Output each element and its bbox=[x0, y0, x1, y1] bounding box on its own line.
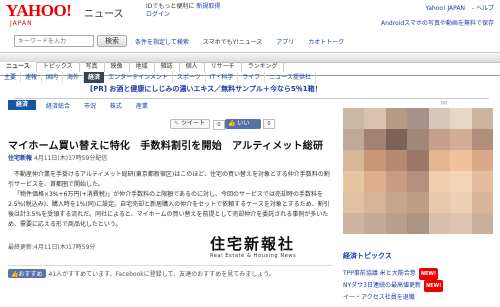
divider bbox=[14, 98, 489, 99]
subnav-economy-general[interactable]: 経済総合 bbox=[46, 103, 70, 110]
last-updated: 最終更新:4月11日(木)17時59分 bbox=[8, 244, 96, 251]
app-link[interactable]: アプリ bbox=[276, 39, 294, 46]
recommend-button[interactable]: 👍おすすめ bbox=[8, 269, 46, 278]
recommend-text: 41人がすすめています。Facebookに登録して、友達のおすすめを見てみましょ… bbox=[48, 271, 275, 278]
thumbs-up-icon: 👍 bbox=[228, 120, 236, 127]
pr-banner-link[interactable]: [PR] お酒と健康にしじみの濃いエキス／無料サンプル＋今なら5％1箱！ bbox=[90, 84, 322, 94]
signin-prompt: IDでもっと便利に 新規取得 bbox=[146, 3, 221, 10]
facebook-like-button[interactable]: 👍 いいね！ bbox=[225, 119, 261, 137]
publisher-logo[interactable]: 住宅新報社 Real Estate & Housing News bbox=[210, 238, 334, 262]
twitter-bird-icon: ✎ bbox=[174, 120, 180, 127]
logo-subtext: JAPAN bbox=[10, 20, 33, 27]
android-notice-link[interactable]: Androidスマホの写真や動画を無料で保存 bbox=[381, 18, 494, 27]
subnav-industry[interactable]: 産業 bbox=[136, 103, 148, 110]
main-nav: ニュース トピックス 写真 映像 地域 雑誌 個人 リサーチ ランキング bbox=[0, 52, 500, 72]
login-link[interactable]: ログイン bbox=[146, 11, 220, 19]
category-economy[interactable]: 経済 bbox=[84, 72, 105, 83]
article-body: 不動産仲介業を手掛けるアルティメット総研(東京都新宿区)はこのほど、住宅の買い替… bbox=[8, 170, 333, 230]
ad-pr-label: PR bbox=[441, 101, 448, 107]
like-count: 0 bbox=[263, 119, 275, 129]
section-subnav: 経済総合 市況 株式 産業 bbox=[46, 101, 160, 110]
new-badge: NEW! bbox=[418, 268, 439, 280]
topic-item[interactable]: NYダウ3日連続の最高値更新 NEW! bbox=[343, 280, 444, 292]
category-breaking[interactable]: 速報 bbox=[21, 72, 43, 83]
topic-item[interactable]: TPP事前協議 米と大筋合意 NEW! bbox=[343, 268, 443, 280]
publisher-logo-jp: 住宅新報社 bbox=[210, 237, 296, 253]
category-world[interactable]: 海外 bbox=[63, 72, 85, 83]
category-main[interactable]: 主要 bbox=[0, 72, 22, 83]
page-title: ニュース bbox=[84, 9, 124, 20]
article-paragraph: 「物件価格×3%+6万円(+消費税)」が仲介手数料の上限額であるのに対し、今回の… bbox=[8, 191, 330, 228]
yahoo-japan-logo[interactable]: YAHOO! JAPAN bbox=[6, 2, 80, 28]
section-tab-economy[interactable]: 経済 bbox=[8, 100, 36, 110]
yahoo-home-link[interactable]: Yahoo! JAPAN bbox=[425, 5, 465, 12]
kaotalk-link[interactable]: カオトトーク bbox=[308, 39, 344, 46]
category-nav: 主要 速報 国内 海外 経済 エンターテインメント スポーツ IT・科学 ライフ ニュース提供社 bbox=[0, 64, 500, 83]
tweet-count: 0 bbox=[213, 120, 225, 130]
logo-wordmark: YAHOO! bbox=[6, 1, 72, 20]
category-domestic[interactable]: 国内 bbox=[42, 72, 64, 83]
advanced-search-link[interactable]: 条件を指定して検索 bbox=[135, 39, 189, 46]
pixelated-ad-image[interactable] bbox=[343, 108, 493, 234]
facebook-recommend-bar: 👍おすすめ 41人がすすめています。Facebookに登録して、友達のおすすめを見… bbox=[8, 269, 275, 278]
tweet-label: ツイート bbox=[180, 120, 205, 127]
divider bbox=[8, 265, 333, 266]
search-input[interactable] bbox=[14, 35, 94, 47]
article-source: 住宅新報 4月11日(木)17時59分配信 bbox=[8, 153, 107, 162]
article-title: マイホーム買い替えに特化 手数料割引を開始 アルティメット総研 bbox=[8, 141, 324, 152]
topic-item[interactable]: イー・アクセス社員を退職 bbox=[343, 292, 443, 304]
category-it-science[interactable]: IT・科学 bbox=[206, 72, 239, 83]
smartphone-news-link[interactable]: スマホでもY!ニュース bbox=[203, 39, 263, 46]
subnav-market[interactable]: 市況 bbox=[84, 103, 96, 110]
publisher-logo-en: Real Estate & Housing News bbox=[210, 253, 297, 259]
category-entertainment[interactable]: エンターテインメント bbox=[104, 72, 173, 83]
publish-date: 4月11日(木)17時59分配信 bbox=[33, 155, 108, 162]
economy-topics-heading: 経済トピックス bbox=[343, 252, 392, 260]
category-providers[interactable]: ニュース提供社 bbox=[265, 72, 316, 83]
search-links: 条件を指定して検索 スマホでもY!ニュース アプリ カオトトーク bbox=[135, 37, 356, 46]
help-link[interactable]: ヘルプ bbox=[476, 5, 494, 12]
header-links: Yahoo! JAPAN - ヘルプ bbox=[425, 5, 494, 12]
publisher-link[interactable]: 住宅新報 bbox=[8, 155, 32, 162]
search-button[interactable]: 検索 bbox=[97, 35, 127, 47]
tweet-button[interactable]: ✎ ツイート 0 bbox=[170, 119, 225, 130]
subnav-stocks[interactable]: 株式 bbox=[110, 103, 122, 110]
topics-list: TPP事前協議 米と大筋合意 NEW! NYダウ3日連続の最高値更新 NEW! イー… bbox=[343, 268, 444, 304]
article-paragraph: 不動産仲介業を手掛けるアルティメット総研(東京都新宿区)はこのほど、住宅の買い替… bbox=[8, 171, 330, 188]
new-badge: NEW! bbox=[423, 280, 444, 292]
category-life[interactable]: ライフ bbox=[238, 72, 266, 83]
category-sports[interactable]: スポーツ bbox=[173, 72, 206, 83]
signin-area: IDでもっと便利に 新規取得 ログイン bbox=[146, 3, 220, 19]
signup-link[interactable]: 新規取得 bbox=[196, 3, 220, 10]
